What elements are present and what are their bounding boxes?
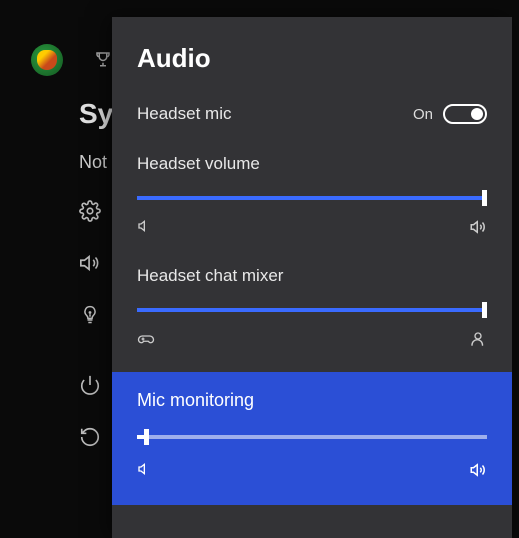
achievements-icon[interactable] <box>94 50 112 68</box>
headset-volume-slider[interactable] <box>137 196 487 200</box>
restart-icon[interactable] <box>79 426 101 448</box>
sidebar <box>79 200 101 448</box>
speaker-high-icon <box>469 218 487 236</box>
chat-mixer-section: Headset chat mixer <box>112 266 512 348</box>
game-controller-icon <box>137 330 155 348</box>
speaker-low-icon <box>137 461 153 479</box>
headset-mic-row: Headset mic On <box>112 104 512 124</box>
speaker-low-icon <box>137 218 153 236</box>
mic-monitoring-section[interactable]: Mic monitoring <box>112 372 512 505</box>
mic-monitoring-slider[interactable] <box>137 435 487 439</box>
avatar[interactable] <box>31 44 63 76</box>
audio-panel: Audio Headset mic On Headset volume <box>112 17 512 538</box>
headset-mic-state: On <box>413 106 433 123</box>
headset-mic-toggle[interactable] <box>443 104 487 124</box>
mic-monitoring-label: Mic monitoring <box>137 390 254 411</box>
panel-title: Audio <box>112 17 512 74</box>
headset-mic-label: Headset mic <box>137 104 231 124</box>
tips-icon[interactable] <box>79 304 101 326</box>
speaker-high-icon <box>469 461 487 479</box>
person-icon <box>469 330 487 348</box>
headset-volume-section: Headset volume <box>112 154 512 236</box>
chat-mixer-slider[interactable] <box>137 308 487 312</box>
audio-icon[interactable] <box>79 252 101 274</box>
settings-icon[interactable] <box>79 200 101 222</box>
headset-volume-label: Headset volume <box>137 154 260 174</box>
power-icon[interactable] <box>79 374 101 396</box>
chat-mixer-label: Headset chat mixer <box>137 266 283 286</box>
